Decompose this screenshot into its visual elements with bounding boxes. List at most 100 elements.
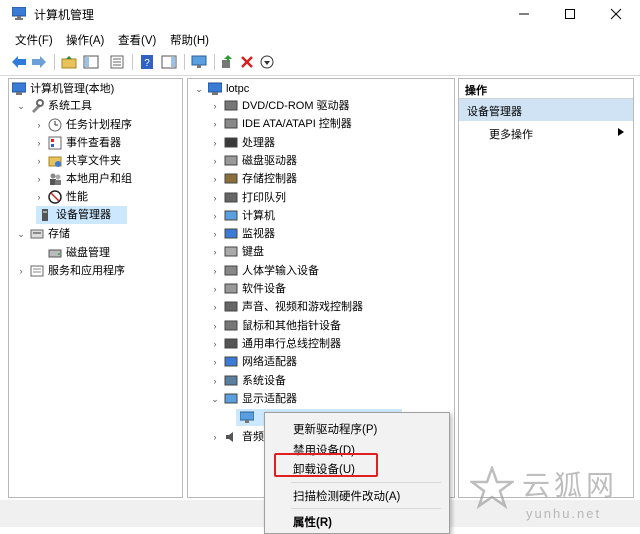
tree-item-task-scheduler[interactable]: › 任务计划程序 <box>10 116 180 134</box>
audio-icon <box>226 432 233 442</box>
expand-icon[interactable]: › <box>210 428 220 446</box>
computer-management-icon <box>12 82 26 95</box>
collapse-icon[interactable]: ⌄ <box>194 80 204 98</box>
device-category-item[interactable]: › 软件设备 <box>190 280 450 298</box>
expand-icon[interactable]: › <box>210 189 220 207</box>
expand-icon[interactable]: › <box>210 353 220 371</box>
toolbar-separator <box>214 54 215 70</box>
ctx-properties[interactable]: 属性(R) <box>293 514 332 530</box>
menu-action[interactable]: 操作(A) <box>66 32 104 48</box>
menu-file[interactable]: 文件(F) <box>15 32 53 48</box>
device-category-item[interactable]: › 网络适配器 <box>190 353 450 371</box>
expand-icon[interactable]: › <box>210 280 220 298</box>
expand-icon[interactable]: › <box>210 170 220 188</box>
tree-item-storage[interactable]: ⌄ 存储 <box>10 225 180 243</box>
tree-item-shared-folders[interactable]: › 共享文件夹 <box>10 152 180 170</box>
tree-item-services-apps[interactable]: › 服务和应用程序 <box>10 262 180 280</box>
device-tree-root[interactable]: ⌄ lotpc <box>190 80 450 98</box>
ctx-scan-hardware[interactable]: 扫描检测硬件改动(A) <box>293 488 400 504</box>
device-category-item[interactable]: › 计算机 <box>190 207 450 225</box>
up-folder-button[interactable] <box>60 53 78 71</box>
scan-hardware-button[interactable] <box>190 53 208 71</box>
collapse-icon[interactable]: ⌄ <box>210 390 220 408</box>
forward-button[interactable] <box>30 53 48 71</box>
device-category-label: 音频 <box>242 431 264 443</box>
menu-view[interactable]: 查看(V) <box>118 32 156 48</box>
export-list-button[interactable] <box>108 53 126 71</box>
menu-help[interactable]: 帮助(H) <box>170 32 209 48</box>
tree-item-device-manager[interactable]: 设备管理器 <box>36 206 127 224</box>
expand-icon[interactable]: › <box>16 262 26 280</box>
tree-item-computer-management[interactable]: 计算机管理(本地) <box>10 80 180 98</box>
tree-label: 本地用户和组 <box>66 173 132 185</box>
action-pane-button[interactable] <box>160 53 178 71</box>
toolbar-separator <box>132 54 133 70</box>
expand-icon[interactable]: › <box>34 170 44 188</box>
device-category-item[interactable]: › 磁盘驱动器 <box>190 152 450 170</box>
disable-device-button[interactable] <box>258 53 276 71</box>
help-button[interactable]: ? <box>138 53 156 71</box>
disk-drive-icon <box>224 155 238 166</box>
device-category-item[interactable]: › 通用串行总线控制器 <box>190 335 450 353</box>
back-button[interactable] <box>10 53 28 71</box>
device-category-item[interactable]: › 系统设备 <box>190 372 450 390</box>
expand-icon[interactable]: › <box>34 134 44 152</box>
expand-icon[interactable]: › <box>210 298 220 316</box>
expand-icon[interactable]: › <box>34 188 44 206</box>
tree-item-local-users[interactable]: › 本地用户和组 <box>10 170 180 188</box>
expand-icon[interactable]: › <box>210 97 220 115</box>
expand-icon[interactable]: › <box>210 372 220 390</box>
network-adapter-icon <box>224 356 238 367</box>
device-category-label: 监视器 <box>242 228 275 240</box>
expand-icon[interactable]: › <box>210 134 220 152</box>
update-driver-button[interactable] <box>218 53 236 71</box>
expand-icon[interactable]: › <box>210 225 220 243</box>
event-viewer-icon <box>48 136 62 150</box>
device-category-item[interactable]: › 打印队列 <box>190 189 450 207</box>
watermark-text: 云狐网 <box>522 469 619 502</box>
expand-icon[interactable]: › <box>210 243 220 261</box>
maximize-button[interactable] <box>547 0 593 28</box>
minimize-button[interactable] <box>501 0 547 28</box>
device-category-item[interactable]: › IDE ATA/ATAPI 控制器 <box>190 115 450 133</box>
tree-item-disk-management[interactable]: 磁盘管理 <box>10 244 180 262</box>
speaker-icon <box>224 301 238 312</box>
device-category-item[interactable]: › 监视器 <box>190 225 450 243</box>
tree-item-system-tools[interactable]: ⌄ 系统工具 <box>10 97 180 115</box>
show-hide-console-tree-button[interactable] <box>82 53 100 71</box>
expand-icon[interactable]: › <box>34 116 44 134</box>
device-category-item[interactable]: ⌄ 显示适配器 <box>190 390 450 408</box>
actions-title: 操作 <box>465 85 487 97</box>
expand-icon[interactable]: › <box>34 152 44 170</box>
help-icon: ? <box>141 55 153 69</box>
device-category-item[interactable]: › 存储控制器 <box>190 170 450 188</box>
collapse-icon[interactable]: ⌄ <box>16 97 26 115</box>
device-category-label: IDE ATA/ATAPI 控制器 <box>242 118 352 130</box>
uninstall-button[interactable] <box>238 53 256 71</box>
expand-icon[interactable]: › <box>210 317 220 335</box>
more-actions-item[interactable]: 更多操作 <box>459 123 633 141</box>
expand-icon[interactable]: › <box>210 115 220 133</box>
expand-icon[interactable]: › <box>210 152 220 170</box>
actions-section-device-manager[interactable]: 设备管理器 <box>459 99 633 121</box>
folder-up-icon <box>61 56 77 69</box>
collapse-icon[interactable]: ⌄ <box>16 225 26 243</box>
menu-bar: 文件(F) 操作(A) 查看(V) 帮助(H) <box>0 29 640 49</box>
close-button[interactable] <box>593 0 639 28</box>
device-category-item[interactable]: › 处理器 <box>190 134 450 152</box>
device-category-item[interactable]: › 声音、视频和游戏控制器 <box>190 298 450 316</box>
performance-icon <box>48 190 62 204</box>
device-category-item[interactable]: › 鼠标和其他指针设备 <box>190 317 450 335</box>
device-category-item[interactable]: › 键盘 <box>190 243 450 261</box>
expand-icon[interactable]: › <box>210 262 220 280</box>
disable-arrow-icon <box>260 55 274 69</box>
device-category-item[interactable]: › DVD/CD-ROM 驱动器 <box>190 97 450 115</box>
tree-item-performance[interactable]: › 性能 <box>10 188 180 206</box>
device-category-item[interactable]: › 人体学输入设备 <box>190 262 450 280</box>
expand-icon[interactable]: › <box>210 335 220 353</box>
expand-icon[interactable]: › <box>210 207 220 225</box>
computer-management-icon <box>12 7 26 20</box>
device-category-audio[interactable]: › 音频 <box>190 428 265 446</box>
tree-item-event-viewer[interactable]: › 事件查看器 <box>10 134 180 152</box>
ctx-update-driver[interactable]: 更新驱动程序(P) <box>293 421 377 437</box>
